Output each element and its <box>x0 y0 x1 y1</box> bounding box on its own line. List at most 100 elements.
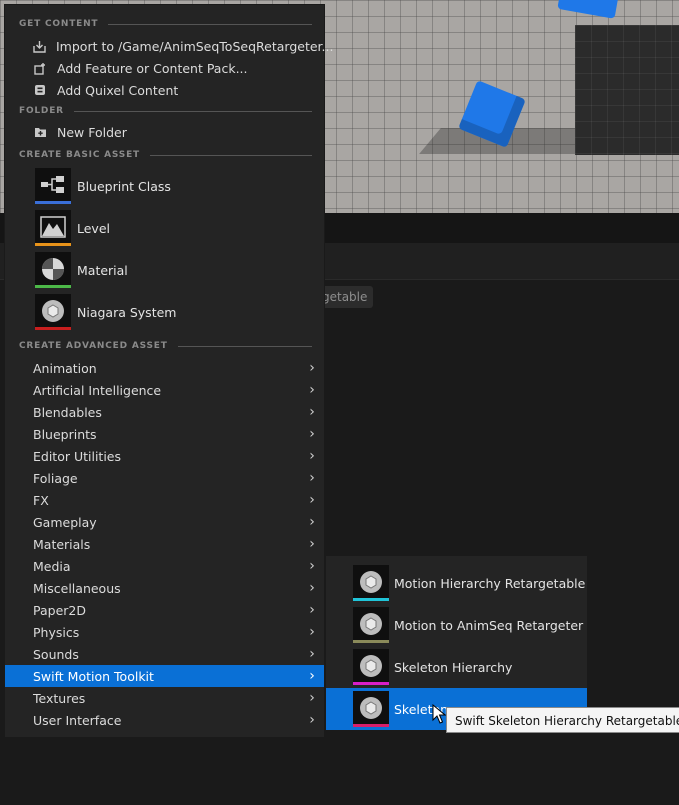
category-label: User Interface <box>33 712 122 728</box>
submenu-item-motion-to-animseq-retargeter[interactable]: Motion to AnimSeq Retargeter <box>326 604 587 646</box>
category-label: Gameplay <box>33 514 97 530</box>
asset-label: Niagara System <box>77 304 177 320</box>
category-textures[interactable]: Textures › <box>5 687 324 709</box>
menu-item-label: Import to /Game/AnimSeqToSeqRetargeter..… <box>56 38 334 54</box>
category-animation[interactable]: Animation › <box>5 357 324 379</box>
chevron-right-icon: › <box>309 382 315 398</box>
import-menu-item[interactable]: Import to /Game/AnimSeqToSeqRetargeter..… <box>5 35 333 57</box>
category-label: Paper2D <box>33 602 86 618</box>
menu-item-label: Add Feature or Content Pack... <box>57 60 248 76</box>
category-media[interactable]: Media › <box>5 555 324 577</box>
viewport-cube-top <box>557 0 621 19</box>
category-label: Sounds <box>33 646 79 662</box>
category-label: Miscellaneous <box>33 580 121 596</box>
import-icon <box>33 39 46 53</box>
category-sounds[interactable]: Sounds › <box>5 643 324 665</box>
section-get-content: GET CONTENT <box>19 17 312 31</box>
category-blendables[interactable]: Blendables › <box>5 401 324 423</box>
section-title: CREATE ADVANCED ASSET <box>19 341 168 351</box>
asset-color-stripe <box>353 682 389 685</box>
chevron-right-icon: › <box>309 448 315 464</box>
material-icon <box>42 258 64 280</box>
asset-label: Level <box>77 220 110 236</box>
asset-color-stripe <box>353 640 389 643</box>
category-physics[interactable]: Physics › <box>5 621 324 643</box>
category-label: Media <box>33 558 71 574</box>
category-editor-utilities[interactable]: Editor Utilities › <box>5 445 324 467</box>
new-folder-menu-item[interactable]: New Folder <box>5 121 324 143</box>
asset-label: Blueprint Class <box>77 178 171 194</box>
add-quixel-menu-item[interactable]: Add Quixel Content <box>5 79 324 101</box>
cube-asset-icon <box>360 571 382 593</box>
asset-thumbnail <box>353 691 389 727</box>
category-label: Foliage <box>33 470 78 486</box>
category-label: Textures <box>33 690 86 706</box>
section-title: GET CONTENT <box>19 19 99 29</box>
blueprint-class-item[interactable]: Blueprint Class <box>5 165 324 207</box>
submenu-item-motion-hierarchy-retargetable[interactable]: Motion Hierarchy Retargetable <box>326 562 587 604</box>
chevron-right-icon: › <box>309 690 315 706</box>
section-create-advanced: CREATE ADVANCED ASSET <box>19 339 312 353</box>
level-item[interactable]: Level <box>5 207 324 249</box>
material-thumbnail <box>35 252 71 288</box>
chevron-right-icon: › <box>309 558 315 574</box>
category-fx[interactable]: FX › <box>5 489 324 511</box>
category-label: Blueprints <box>33 426 97 442</box>
category-miscellaneous[interactable]: Miscellaneous › <box>5 577 324 599</box>
chevron-right-icon: › <box>309 492 315 508</box>
add-feature-pack-menu-item[interactable]: Add Feature or Content Pack... <box>5 57 324 79</box>
category-label: FX <box>33 492 49 508</box>
niagara-icon <box>42 300 64 322</box>
chevron-right-icon: › <box>309 404 315 420</box>
category-label: Editor Utilities <box>33 448 122 464</box>
submenu-item-label: Motion Hierarchy Retargetable <box>394 575 586 591</box>
material-item[interactable]: Material <box>5 249 324 291</box>
category-artificial-intelligence[interactable]: Artificial Intelligence › <box>5 379 324 401</box>
category-swift-motion-toolkit[interactable]: Swift Motion Toolkit › <box>5 665 324 687</box>
section-divider <box>73 110 312 112</box>
asset-color-stripe <box>353 724 389 727</box>
level-icon <box>40 216 66 238</box>
asset-color-stripe <box>35 327 71 330</box>
asset-color-stripe <box>35 285 71 288</box>
section-divider <box>108 23 312 25</box>
chevron-right-icon: › <box>309 602 315 618</box>
chevron-right-icon: › <box>309 536 315 552</box>
category-label: Swift Motion Toolkit <box>33 668 154 684</box>
category-label: Animation <box>33 360 97 376</box>
blueprint-icon <box>41 176 64 193</box>
category-label: Artificial Intelligence <box>33 382 162 398</box>
category-label: Blendables <box>33 404 102 420</box>
chevron-right-icon: › <box>309 470 315 486</box>
section-title: CREATE BASIC ASSET <box>19 150 140 160</box>
menu-item-label: Add Quixel Content <box>57 82 179 98</box>
chevron-right-icon: › <box>309 646 315 662</box>
submenu-item-label: Skeleton Hierarchy <box>394 659 513 675</box>
category-foliage[interactable]: Foliage › <box>5 467 324 489</box>
chevron-right-icon: › <box>309 580 315 596</box>
cube-asset-icon <box>360 613 382 635</box>
mouse-cursor-icon <box>432 704 446 724</box>
asset-color-stripe <box>353 598 389 601</box>
level-thumbnail <box>35 210 71 246</box>
asset-color-stripe <box>35 201 71 204</box>
niagara-system-item[interactable]: Niagara System <box>5 291 324 333</box>
asset-thumbnail <box>353 649 389 685</box>
cube-asset-icon <box>360 655 382 677</box>
category-label: Materials <box>33 536 91 552</box>
section-divider <box>177 345 312 347</box>
section-create-basic: CREATE BASIC ASSET <box>19 148 312 162</box>
category-gameplay[interactable]: Gameplay › <box>5 511 324 533</box>
category-paper2d[interactable]: Paper2D › <box>5 599 324 621</box>
asset-color-stripe <box>35 243 71 246</box>
category-label: Physics <box>33 624 80 640</box>
submenu-item-skeleton-hierarchy[interactable]: Skeleton Hierarchy <box>326 646 587 688</box>
chevron-right-icon: › <box>309 360 315 376</box>
add-asset-menu: GET CONTENT Import to /Game/AnimSeqToSeq… <box>4 4 333 738</box>
category-user-interface[interactable]: User Interface › <box>5 709 324 731</box>
section-folder: FOLDER <box>19 104 312 118</box>
category-blueprints[interactable]: Blueprints › <box>5 423 324 445</box>
content-pack-icon <box>33 61 47 75</box>
category-materials[interactable]: Materials › <box>5 533 324 555</box>
quixel-icon <box>33 83 47 97</box>
